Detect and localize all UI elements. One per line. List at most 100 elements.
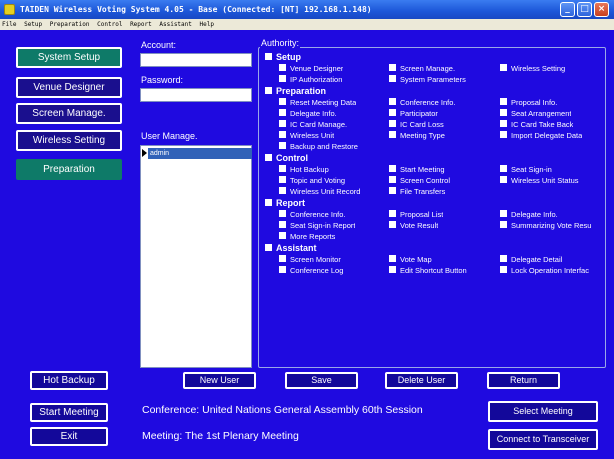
authority-item[interactable]: Conference Info. (279, 210, 345, 219)
screen-manage-button[interactable]: Screen Manage. (16, 103, 122, 124)
authority-item[interactable]: System Parameters (389, 75, 466, 84)
checkbox-icon[interactable] (279, 109, 286, 116)
authority-item[interactable]: Screen Control (389, 176, 450, 185)
checkbox-icon[interactable] (500, 221, 507, 228)
delete-user-button[interactable]: Delete User (385, 372, 458, 389)
checkbox-icon[interactable] (279, 131, 286, 138)
checkbox-icon[interactable] (389, 255, 396, 262)
authority-item[interactable]: Proposal Info. (500, 98, 557, 107)
authority-section-preparation[interactable]: Preparation (265, 86, 326, 96)
exit-button[interactable]: Exit (30, 427, 108, 446)
authority-item[interactable]: Screen Monitor (279, 255, 341, 264)
authority-item[interactable]: Meeting Type (389, 131, 445, 140)
checkbox-icon[interactable] (279, 176, 286, 183)
authority-section-control[interactable]: Control (265, 153, 308, 163)
menu-assistant[interactable]: Assistant (159, 21, 192, 28)
checkbox-icon[interactable] (500, 176, 507, 183)
authority-item[interactable]: Conference Info. (389, 98, 455, 107)
menu-control[interactable]: Control (97, 21, 122, 28)
connect-transceiver-button[interactable]: Connect to Transceiver (488, 429, 598, 450)
checkbox-icon[interactable] (389, 210, 396, 217)
checkbox-icon[interactable] (389, 221, 396, 228)
maximize-button[interactable]: □ (577, 2, 592, 17)
authority-item[interactable]: IC Card Loss (389, 120, 444, 129)
authority-item[interactable]: Import Delegate Data (500, 131, 582, 140)
authority-item[interactable]: IP Authorization (279, 75, 342, 84)
authority-item[interactable]: Wireless Unit Status (500, 176, 579, 185)
checkbox-icon[interactable] (265, 244, 272, 251)
checkbox-icon[interactable] (500, 109, 507, 116)
select-meeting-button[interactable]: Select Meeting (488, 401, 598, 422)
authority-item[interactable]: Seat Sign-in Report (279, 221, 355, 230)
authority-item[interactable]: Seat Arrangement (500, 109, 571, 118)
return-button[interactable]: Return (487, 372, 560, 389)
checkbox-icon[interactable] (279, 221, 286, 228)
authority-item[interactable]: Topic and Voting (279, 176, 345, 185)
authority-item[interactable]: Vote Map (389, 255, 432, 264)
menu-file[interactable]: File (2, 21, 16, 28)
authority-item[interactable]: Edit Shortcut Button (389, 266, 467, 275)
authority-item[interactable]: Proposal List (389, 210, 443, 219)
authority-section-setup[interactable]: Setup (265, 52, 301, 62)
checkbox-icon[interactable] (279, 120, 286, 127)
checkbox-icon[interactable] (279, 255, 286, 262)
checkbox-icon[interactable] (500, 255, 507, 262)
authority-item[interactable]: Lock Operation Interfac (500, 266, 589, 275)
checkbox-icon[interactable] (389, 176, 396, 183)
new-user-button[interactable]: New User (183, 372, 256, 389)
authority-item[interactable]: IC Card Manage. (279, 120, 347, 129)
checkbox-icon[interactable] (389, 64, 396, 71)
checkbox-icon[interactable] (389, 187, 396, 194)
authority-item[interactable]: Venue Designer (279, 64, 343, 73)
minimize-button[interactable]: _ (560, 2, 575, 17)
authority-section-report[interactable]: Report (265, 198, 305, 208)
checkbox-icon[interactable] (265, 199, 272, 206)
account-input[interactable] (140, 53, 252, 67)
authority-item[interactable]: Delegate Info. (279, 109, 337, 118)
checkbox-icon[interactable] (265, 154, 272, 161)
authority-item[interactable]: Summarizing Vote Resu (500, 221, 591, 230)
checkbox-icon[interactable] (500, 266, 507, 273)
wireless-setting-button[interactable]: Wireless Setting (16, 130, 122, 151)
authority-item[interactable]: Reset Meeting Data (279, 98, 356, 107)
checkbox-icon[interactable] (389, 266, 396, 273)
checkbox-icon[interactable] (389, 120, 396, 127)
authority-item[interactable]: Conference Log (279, 266, 343, 275)
checkbox-icon[interactable] (265, 87, 272, 94)
checkbox-icon[interactable] (500, 210, 507, 217)
checkbox-icon[interactable] (389, 165, 396, 172)
checkbox-icon[interactable] (279, 142, 286, 149)
authority-item[interactable]: Participator (389, 109, 438, 118)
start-meeting-button[interactable]: Start Meeting (30, 403, 108, 422)
password-input[interactable] (140, 88, 252, 102)
user-list[interactable]: admin (140, 145, 252, 368)
checkbox-icon[interactable] (279, 232, 286, 239)
preparation-button[interactable]: Preparation (16, 159, 122, 180)
authority-item[interactable]: Wireless Unit (279, 131, 334, 140)
authority-item[interactable]: Seat Sign-in (500, 165, 552, 174)
checkbox-icon[interactable] (279, 64, 286, 71)
venue-designer-button[interactable]: Venue Designer (16, 77, 122, 98)
checkbox-icon[interactable] (500, 131, 507, 138)
checkbox-icon[interactable] (279, 210, 286, 217)
authority-item[interactable]: More Reports (279, 232, 335, 241)
checkbox-icon[interactable] (279, 187, 286, 194)
checkbox-icon[interactable] (389, 131, 396, 138)
authority-item[interactable]: Wireless Setting (500, 64, 565, 73)
menu-preparation[interactable]: Preparation (50, 21, 90, 28)
checkbox-icon[interactable] (265, 53, 272, 60)
menu-help[interactable]: Help (200, 21, 214, 28)
menu-setup[interactable]: Setup (24, 21, 42, 28)
authority-item[interactable]: Backup and Restore (279, 142, 358, 151)
authority-section-assistant[interactable]: Assistant (265, 243, 317, 253)
authority-item[interactable]: Start Meeting (389, 165, 445, 174)
authority-item[interactable]: Hot Backup (279, 165, 329, 174)
checkbox-icon[interactable] (500, 165, 507, 172)
authority-item[interactable]: IC Card Take Back (500, 120, 573, 129)
save-button[interactable]: Save (285, 372, 358, 389)
authority-item[interactable]: Screen Manage. (389, 64, 455, 73)
checkbox-icon[interactable] (500, 98, 507, 105)
hot-backup-button[interactable]: Hot Backup (30, 371, 108, 390)
list-item[interactable]: admin (142, 148, 252, 159)
authority-item[interactable]: File Transfers (389, 187, 445, 196)
